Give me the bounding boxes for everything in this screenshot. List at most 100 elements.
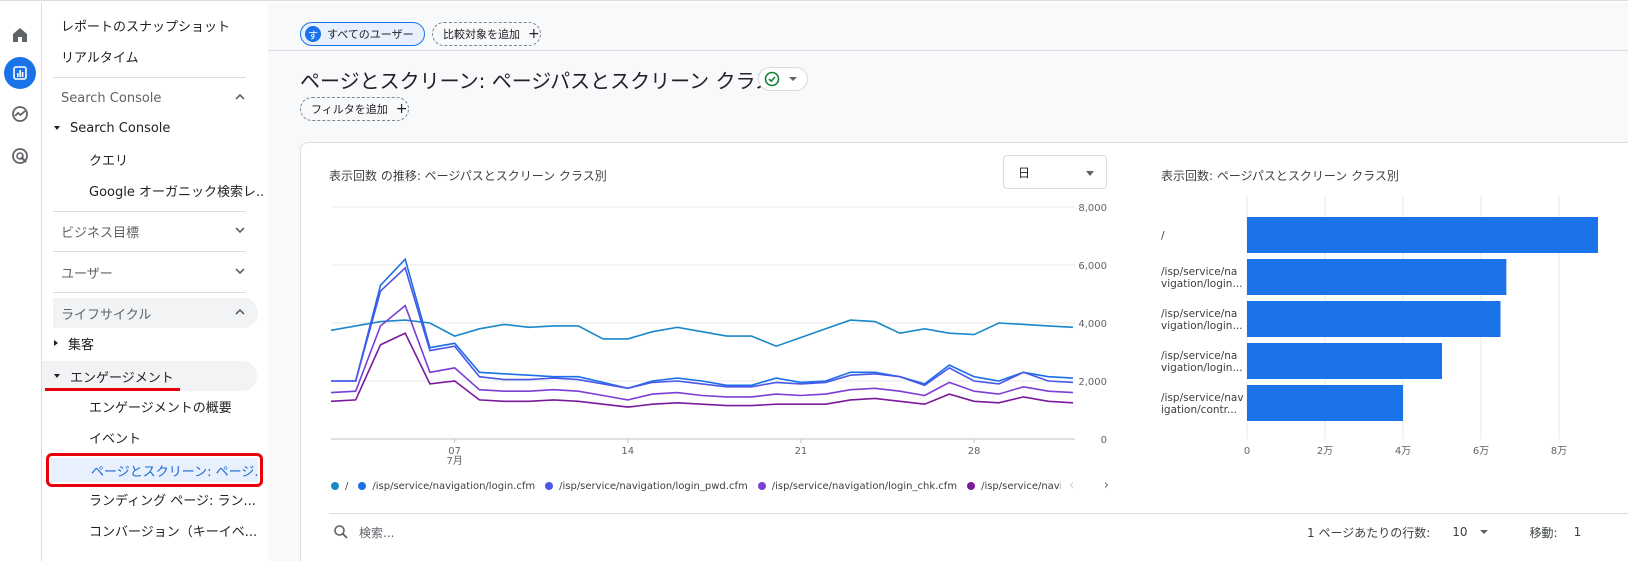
add-filter-chip[interactable]: フィルタを追加 +	[300, 97, 409, 121]
legend-label: /isp/service/navigation/login_pwd.cfm	[559, 480, 748, 492]
dropdown-arrow-icon	[789, 77, 797, 81]
section-label: ユーザー	[61, 266, 113, 282]
title-status-badge[interactable]	[758, 67, 808, 91]
legend-pager: ‹ ›	[1069, 473, 1109, 497]
next-page-icon[interactable]: ›	[1104, 478, 1109, 493]
section-business-goals[interactable]: ビジネス目標	[53, 216, 258, 246]
bar-category-label: vigation/login...	[1161, 362, 1242, 374]
goto-label: 移動:	[1529, 525, 1558, 540]
main-content: す すべてのユーザー 比較対象を追加 + ページとスクリーン: ページパスとスク…	[268, 3, 1628, 561]
rows-per-page-select[interactable]: 10	[1452, 525, 1467, 539]
chip-label: フィルタを追加	[311, 103, 388, 116]
advertising-icon[interactable]	[4, 140, 36, 172]
y-tick-label: 0	[1101, 435, 1107, 446]
legend-label: /isp/service/navigation/login.cfm	[372, 480, 536, 492]
group-label: 集客	[68, 337, 95, 353]
dropdown-arrow-icon[interactable]	[1478, 526, 1490, 538]
nav-item-pages-screens[interactable]: ページとスクリーン: ページ...	[51, 458, 258, 482]
bar-category-label: /isp/service/na	[1161, 308, 1237, 320]
legend-label: /isp/service/navigation...	[981, 480, 1061, 492]
legend-swatch	[967, 482, 976, 490]
bar-category-label: /	[1161, 230, 1165, 242]
nav-group-acquisition[interactable]: 集客	[54, 329, 94, 357]
analytics-app: レポートのスナップショット リアルタイム Search Console Sear…	[0, 0, 1628, 561]
search-icon	[334, 525, 348, 539]
chevron-up-icon	[235, 93, 245, 100]
home-icon[interactable]	[4, 19, 36, 51]
x-tick-label: 0	[1244, 446, 1250, 457]
y-tick-label: 2,000	[1078, 377, 1107, 388]
series-line	[331, 257, 1074, 390]
chart-card: 表示回数 の推移: ページパスとスクリーン クラス別 日 0 2,000 4,000…	[300, 142, 1628, 561]
search-input[interactable]: 検索...	[359, 524, 394, 541]
section-label: ライフサイクル	[61, 307, 152, 323]
icon-rail	[0, 3, 42, 561]
nav-item-events[interactable]: イベント	[89, 423, 141, 451]
section-label: Search Console	[61, 90, 162, 106]
table-search[interactable]: 検索...	[333, 521, 394, 543]
explore-icon[interactable]	[4, 98, 36, 130]
bar	[1247, 301, 1501, 337]
nav-item-queries[interactable]: クエリ	[89, 145, 128, 173]
caret-down-icon	[54, 126, 60, 130]
bar-category-label: vigation/login...	[1161, 320, 1242, 332]
bar	[1247, 259, 1507, 295]
nav-item-landing-page[interactable]: ランディング ページ: ラン...	[89, 485, 264, 513]
legend-item[interactable]: /isp/service/navigation...	[967, 481, 1061, 492]
bar-category-label: vigation/login...	[1161, 278, 1242, 290]
chevron-down-icon	[235, 227, 245, 234]
nav-group-engagement[interactable]: エンゲージメント	[42, 361, 257, 391]
chevron-down-icon	[235, 268, 245, 275]
section-user[interactable]: ユーザー	[53, 257, 258, 287]
bar-category-label: /isp/service/na	[1161, 350, 1237, 362]
series-line	[330, 319, 1074, 348]
bar	[1247, 385, 1403, 421]
group-label: Search Console	[70, 120, 171, 136]
table-divider	[329, 513, 1628, 514]
legend-item[interactable]: /isp/service/navigation/login_chk.cfm	[757, 481, 957, 492]
nav-group-search-console[interactable]: Search Console	[54, 114, 170, 142]
plus-icon: +	[528, 26, 540, 42]
section-search-console[interactable]: Search Console	[53, 83, 258, 113]
series-line	[330, 304, 1074, 401]
caret-right-icon	[54, 340, 58, 346]
legend-item[interactable]: /isp/service/navigation/login.cfm	[358, 481, 535, 492]
highlight-underline	[45, 388, 180, 391]
nav-item-engagement-overview[interactable]: エンゲージメントの概要	[89, 392, 232, 420]
all-users-chip[interactable]: す すべてのユーザー	[300, 22, 425, 46]
x-tick-label: 14	[621, 446, 634, 457]
bar-category-label: igation/contr...	[1161, 404, 1237, 416]
check-circle-icon	[764, 71, 780, 87]
chip-label: すべてのユーザー	[327, 28, 414, 41]
bar-chart: 0 2万 4万 6万 8万//isp/service/navigation/login.…	[1161, 195, 1598, 457]
page-title: ページとスクリーン: ページパスとスクリーン クラス	[300, 69, 776, 93]
header-divider	[268, 50, 1628, 51]
nav-item-conversions[interactable]: コンバージョン（キーイベ...	[89, 516, 264, 544]
legend-swatch	[545, 482, 554, 490]
legend-item[interactable]: /	[331, 481, 348, 492]
nav-item-snapshot[interactable]: レポートのスナップショット	[61, 11, 230, 39]
nav-divider	[53, 77, 246, 78]
bar	[1247, 343, 1442, 379]
nav-item-realtime[interactable]: リアルタイム	[61, 42, 139, 70]
bar-category-label: /isp/service/nav	[1161, 392, 1244, 404]
highlight-box: ページとスクリーン: ページ...	[46, 453, 263, 487]
y-tick-label: 6,000	[1078, 261, 1107, 272]
goto-input[interactable]: 1	[1574, 525, 1582, 539]
legend-swatch	[358, 482, 367, 490]
add-comparison-chip[interactable]: 比較対象を追加 +	[432, 22, 541, 46]
nav-item-organic-search[interactable]: Google オーガニック検索レ...	[89, 176, 264, 204]
x-tick-label: 6万	[1473, 446, 1489, 457]
nav-divider	[53, 211, 246, 212]
legend-item[interactable]: /isp/service/navigation/login_pwd.cfm	[545, 481, 748, 492]
x-tick-label: 2万	[1317, 446, 1333, 457]
prev-page-icon[interactable]: ‹	[1069, 478, 1074, 493]
section-label: ビジネス目標	[61, 225, 140, 241]
reports-icon[interactable]	[4, 57, 36, 89]
section-lifecycle[interactable]: ライフサイクル	[53, 298, 258, 328]
bar	[1247, 217, 1598, 253]
rows-per-page-label: 1 ページあたりの行数:	[1307, 525, 1431, 540]
group-label: エンゲージメント	[70, 370, 174, 386]
chart-legend: / /isp/service/navigation/login.cfm/isp/s…	[331, 477, 1061, 495]
nav-divider	[53, 251, 246, 252]
